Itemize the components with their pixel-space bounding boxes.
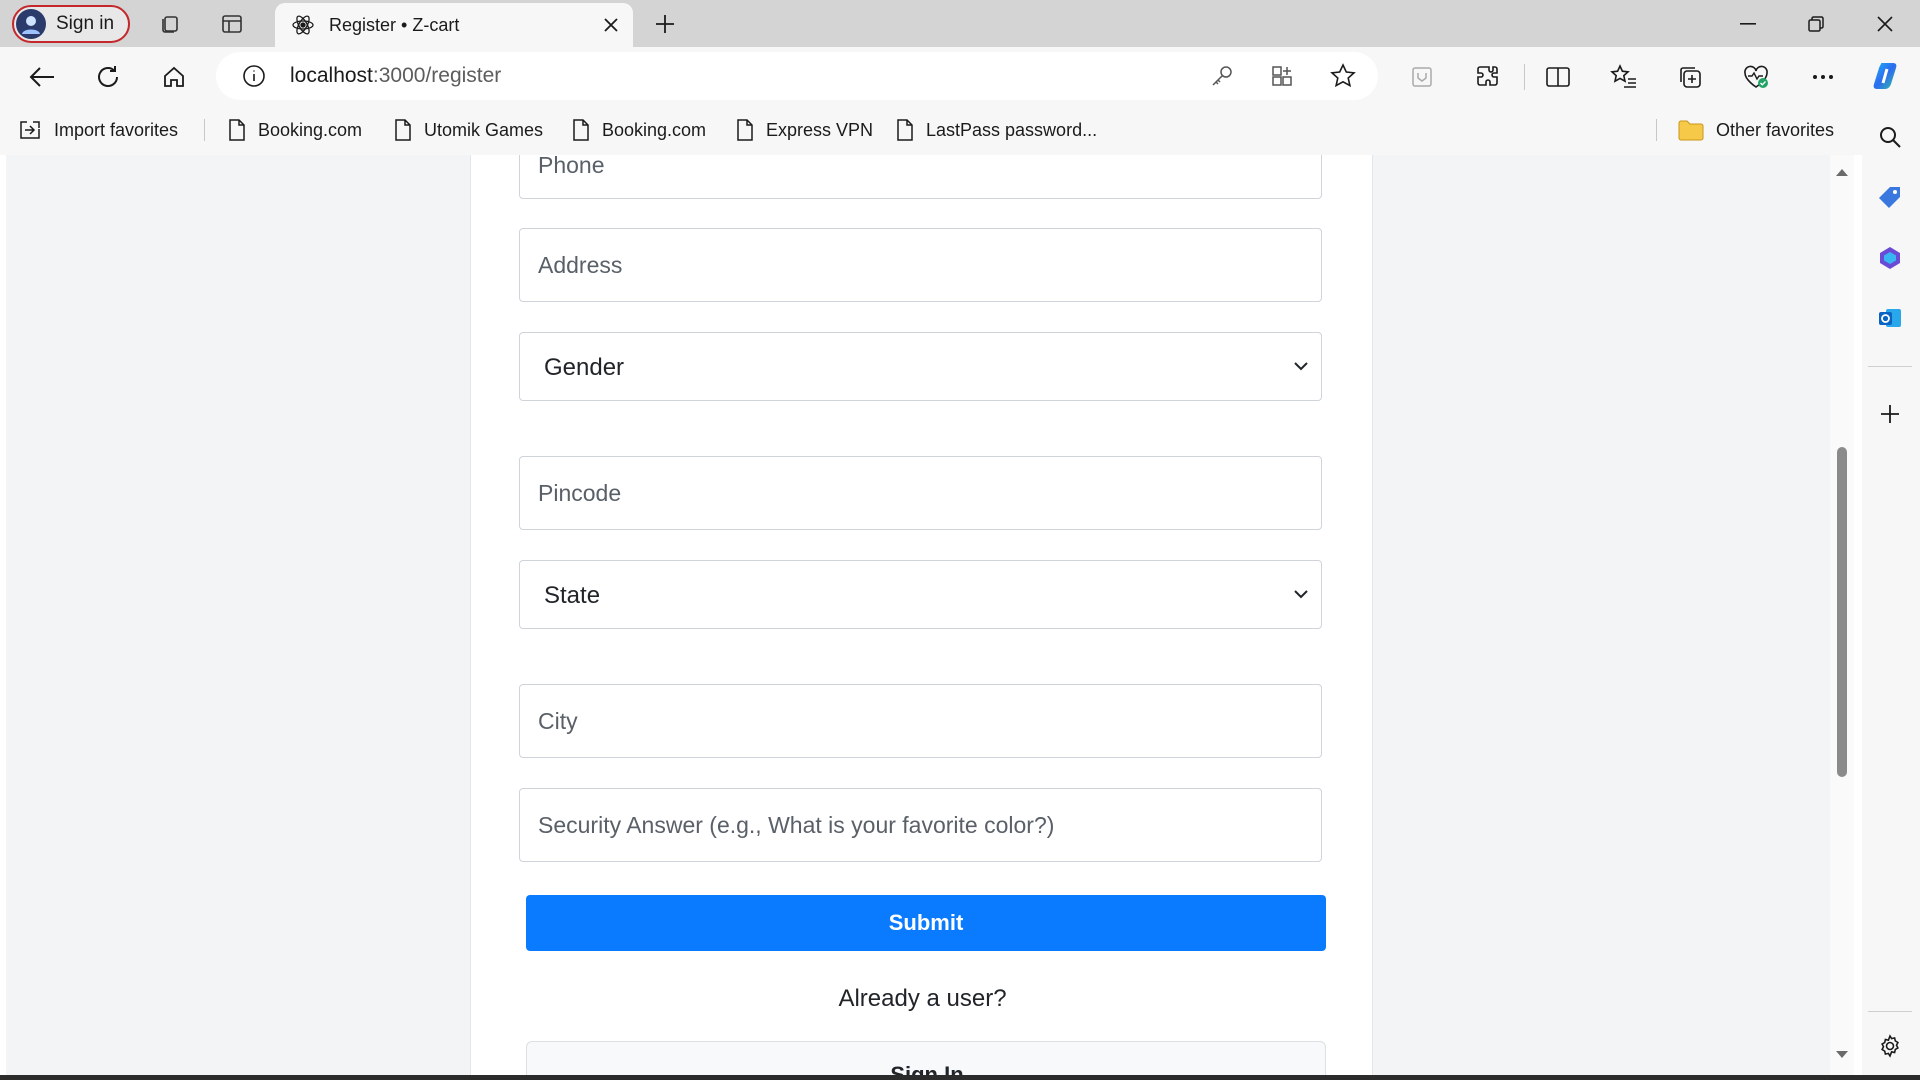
- new-tab-icon[interactable]: [645, 4, 685, 44]
- react-icon: [291, 13, 315, 37]
- collections-icon[interactable]: [1670, 57, 1710, 97]
- address-placeholder: Address: [538, 252, 623, 278]
- taskbar-edge: [0, 1075, 1920, 1080]
- page-icon: [896, 119, 914, 141]
- url-path: :3000/register: [372, 64, 502, 87]
- bookmark-label: Booking.com: [258, 119, 363, 140]
- page-viewport: Phone Address Gender Pincode State City …: [6, 155, 1830, 1075]
- gender-select[interactable]: Gender: [519, 332, 1322, 401]
- phone-placeholder: Phone: [538, 155, 605, 178]
- submit-button[interactable]: Submit: [526, 895, 1326, 951]
- bookmark-booking-1[interactable]: Booking.com: [228, 115, 362, 145]
- favorites-icon[interactable]: [1604, 57, 1644, 97]
- already-user-text: Already a user?: [838, 985, 1007, 1012]
- page-icon: [572, 119, 590, 141]
- bookmark-utomik-games[interactable]: Utomik Games: [394, 115, 543, 145]
- bookmark-booking-2[interactable]: Booking.com: [572, 115, 706, 145]
- gender-value: Gender: [544, 354, 625, 381]
- bookmark-label: Express VPN: [766, 119, 874, 140]
- sidebar-divider: [1868, 366, 1912, 367]
- close-tab-icon[interactable]: [595, 9, 627, 41]
- favorite-star-icon[interactable]: [1330, 63, 1356, 89]
- copilot-icon[interactable]: [1868, 56, 1908, 96]
- bookmark-other-favorites[interactable]: Other favorites: [1678, 115, 1834, 145]
- back-icon[interactable]: [22, 57, 62, 97]
- bookmark-label: LastPass password...: [926, 119, 1098, 140]
- address-field[interactable]: Address: [519, 228, 1322, 302]
- chevron-down-icon: [1293, 361, 1309, 371]
- outlook-icon[interactable]: [1870, 298, 1910, 338]
- url-text[interactable]: localhost:3000/register: [290, 64, 501, 88]
- chevron-down-icon: [1293, 589, 1309, 599]
- apps-icon[interactable]: [1270, 64, 1294, 88]
- folder-icon: [1678, 119, 1704, 141]
- import-icon: [18, 119, 42, 141]
- bookmark-divider: [1656, 119, 1657, 141]
- city-field[interactable]: City: [519, 684, 1322, 758]
- minimize-icon[interactable]: [1718, 0, 1778, 47]
- split-screen-icon[interactable]: [1538, 57, 1578, 97]
- extensions-icon[interactable]: [1468, 57, 1508, 97]
- register-card: Phone Address Gender Pincode State City …: [470, 155, 1373, 1075]
- signin-label: Sign in: [56, 13, 115, 34]
- sidebar-divider: [1868, 1011, 1912, 1012]
- bookmark-label: Import favorites: [54, 119, 179, 140]
- bookmark-express-vpn[interactable]: Express VPN: [736, 115, 873, 145]
- refresh-icon[interactable]: [88, 57, 128, 97]
- security-answer-field[interactable]: Security Answer (e.g., What is your favo…: [519, 788, 1322, 862]
- signin-link-label: Sign In: [890, 1062, 964, 1075]
- tab-title: Register • Z-cart: [329, 14, 460, 35]
- page-icon: [228, 119, 246, 141]
- key-icon[interactable]: [1210, 64, 1234, 88]
- city-placeholder: City: [538, 708, 578, 734]
- bookmark-label: Booking.com: [602, 119, 707, 140]
- bookmark-lastpass[interactable]: LastPass password...: [896, 115, 1097, 145]
- close-window-icon[interactable]: [1855, 0, 1915, 47]
- bookmark-label: Utomik Games: [424, 119, 544, 140]
- tab-actions-icon[interactable]: [212, 4, 252, 44]
- site-info-icon[interactable]: [242, 64, 266, 88]
- avatar: [16, 9, 46, 39]
- reading-mode-icon[interactable]: [1402, 57, 1442, 97]
- address-bar[interactable]: localhost:3000/register: [216, 52, 1378, 100]
- home-icon[interactable]: [154, 57, 194, 97]
- profile-signin-button[interactable]: Sign in: [12, 5, 130, 43]
- restore-icon[interactable]: [1786, 0, 1846, 47]
- pincode-field[interactable]: Pincode: [519, 456, 1322, 530]
- more-menu-icon[interactable]: [1803, 57, 1843, 97]
- url-host: localhost: [290, 64, 373, 87]
- signin-link-button[interactable]: Sign In: [526, 1041, 1326, 1075]
- security-answer-placeholder: Security Answer (e.g., What is your favo…: [538, 812, 1055, 838]
- state-select[interactable]: State: [519, 560, 1322, 629]
- bookmark-divider: [204, 119, 205, 141]
- search-icon[interactable]: [1870, 117, 1910, 157]
- shopping-tag-icon[interactable]: [1870, 178, 1910, 218]
- workspaces-icon[interactable]: [150, 4, 190, 44]
- add-sidebar-app-icon[interactable]: [1870, 394, 1910, 434]
- scrollbar-thumb[interactable]: [1837, 447, 1847, 777]
- pincode-placeholder: Pincode: [538, 480, 622, 506]
- scroll-up-arrow-icon[interactable]: [1835, 167, 1849, 177]
- scroll-down-arrow-icon[interactable]: [1835, 1050, 1849, 1060]
- page-icon: [394, 119, 412, 141]
- state-value: State: [544, 582, 601, 609]
- bookmark-import-favorites[interactable]: Import favorites: [18, 115, 178, 145]
- settings-gear-icon[interactable]: [1870, 1026, 1910, 1066]
- bookmark-label: Other favorites: [1716, 119, 1835, 140]
- browser-essentials-icon[interactable]: [1736, 57, 1776, 97]
- phone-field[interactable]: Phone: [519, 155, 1322, 199]
- page-icon: [736, 119, 754, 141]
- m365-icon[interactable]: [1870, 238, 1910, 278]
- tab-register[interactable]: Register • Z-cart: [275, 3, 633, 47]
- toolbar-divider: [1524, 64, 1525, 90]
